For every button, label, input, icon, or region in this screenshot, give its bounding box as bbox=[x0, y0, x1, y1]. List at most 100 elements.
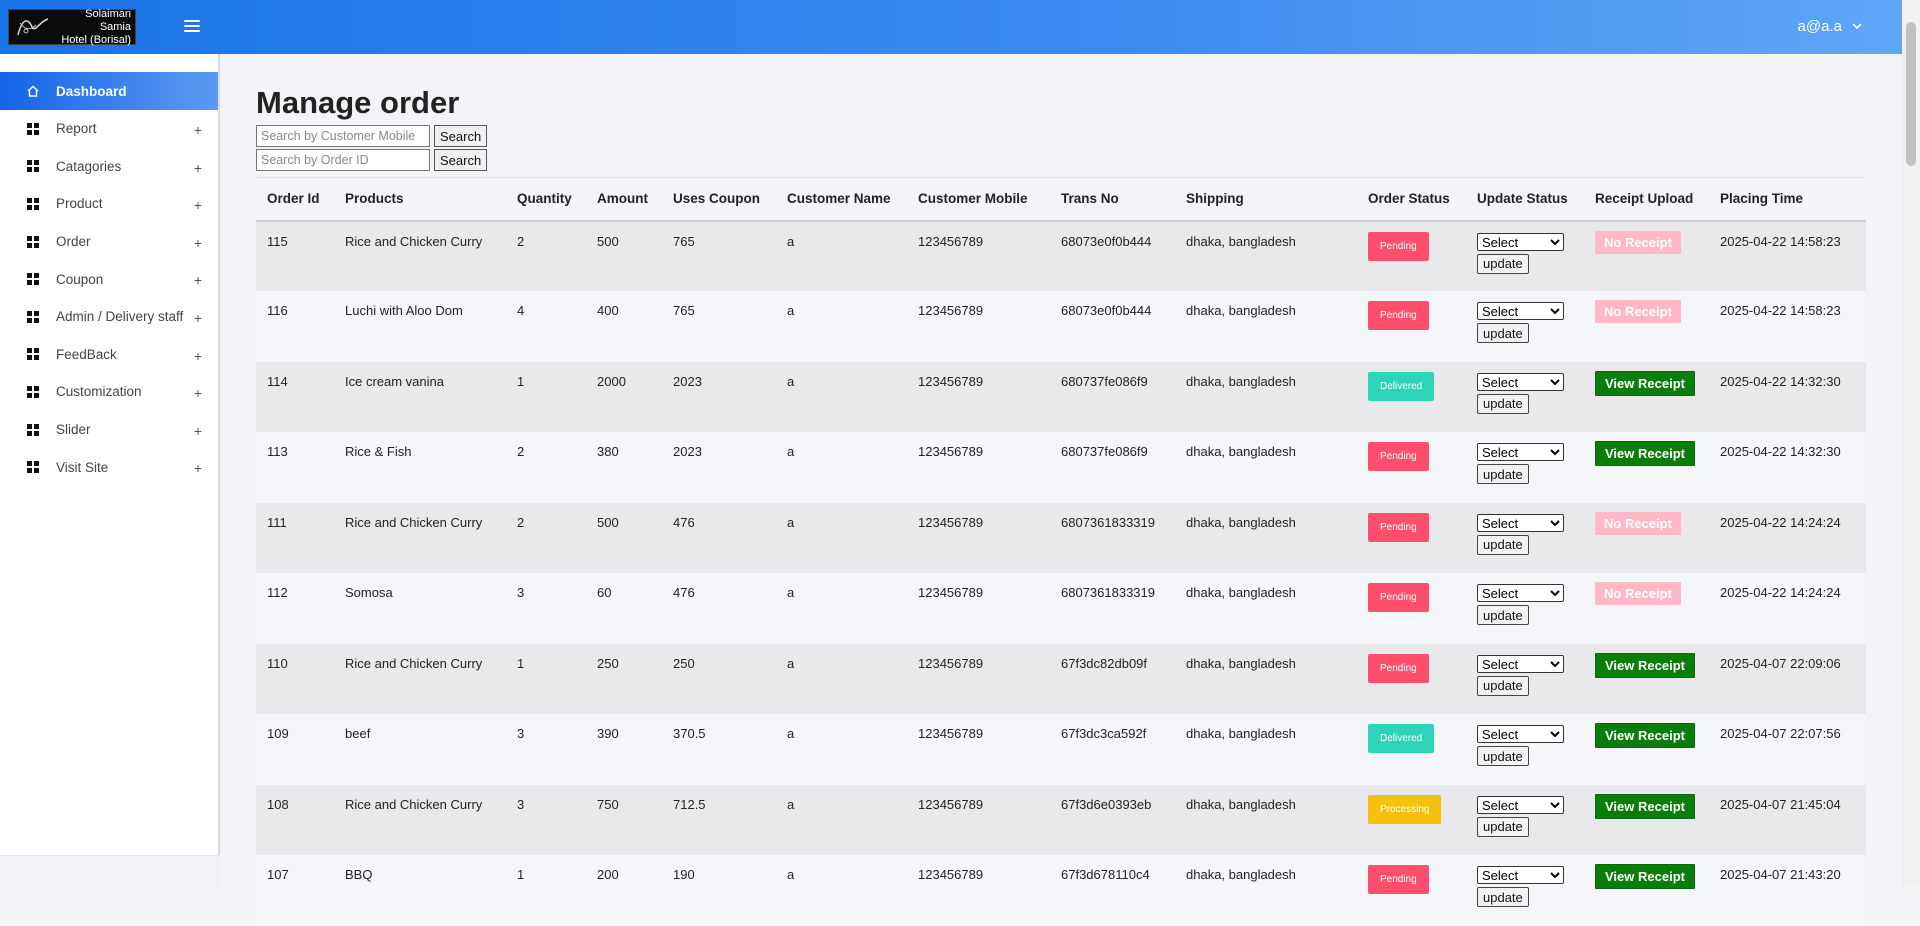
search-mobile-input[interactable] bbox=[256, 125, 430, 147]
cell-customer-name: a bbox=[787, 655, 795, 671]
column-header: Update Status bbox=[1466, 177, 1584, 222]
cell-amount: 380 bbox=[597, 444, 619, 459]
expand-plus-icon[interactable]: + bbox=[194, 310, 202, 326]
table-header-row: Order Id Products Quantity Amount Uses Coupo… bbox=[256, 177, 1866, 222]
expand-plus-icon[interactable]: + bbox=[194, 460, 202, 476]
status-select[interactable]: Select bbox=[1477, 584, 1564, 602]
cell-amount: 200 bbox=[597, 867, 619, 882]
cell-placing-time: 2025-04-07 21:45:04 bbox=[1720, 796, 1841, 812]
expand-plus-icon[interactable]: + bbox=[194, 160, 202, 176]
search-mobile-button[interactable]: Search bbox=[434, 125, 488, 147]
main-content: Manage order Search Search Order IdProdu… bbox=[256, 85, 1866, 926]
sidebar-item-label: Slider bbox=[56, 422, 91, 438]
sidebar-item-order[interactable]: Order + bbox=[0, 223, 218, 261]
update-button[interactable]: update bbox=[1477, 816, 1529, 837]
expand-plus-icon[interactable]: + bbox=[194, 272, 202, 288]
view-receipt-button[interactable]: View Receipt bbox=[1595, 370, 1695, 396]
update-button[interactable]: update bbox=[1477, 534, 1529, 555]
sidebar-item-label: Coupon bbox=[56, 271, 104, 287]
cell-amount: 750 bbox=[597, 796, 619, 812]
search-order-button[interactable]: Search bbox=[434, 149, 488, 171]
status-select[interactable]: Select bbox=[1477, 725, 1564, 743]
sidebar-item-product[interactable]: Product + bbox=[0, 185, 218, 223]
sidebar-footer bbox=[0, 855, 220, 887]
update-button[interactable]: update bbox=[1477, 746, 1529, 766]
sidebar-item-label: FeedBack bbox=[56, 346, 117, 362]
sidebar-item-admin-delivery-staff[interactable]: Admin / Delivery staff + bbox=[0, 298, 218, 336]
table-row: 112 Somosa 3 60 476 a 123456789 6807361833319 dh… bbox=[256, 573, 1866, 644]
status-select[interactable]: Select bbox=[1477, 866, 1564, 884]
expand-plus-icon[interactable]: + bbox=[194, 122, 202, 138]
cell-receipt: No Receipt bbox=[1584, 291, 1709, 362]
sidebar-item-dashboard[interactable]: Dashboard bbox=[0, 72, 218, 110]
update-button[interactable]: update bbox=[1477, 675, 1529, 696]
status-badge: Pending bbox=[1368, 512, 1429, 542]
search-order-id-input[interactable] bbox=[256, 149, 430, 171]
view-receipt-button[interactable]: View Receipt bbox=[1595, 793, 1695, 819]
cell-product: BBQ bbox=[345, 867, 373, 882]
cell-trans-no: 68073e0f0b444 bbox=[1061, 303, 1152, 318]
sidebar-item-slider[interactable]: Slider + bbox=[0, 411, 218, 449]
cell-coupon: 476 bbox=[673, 514, 695, 530]
status-select[interactable]: Select bbox=[1477, 372, 1564, 391]
update-button[interactable]: update bbox=[1477, 605, 1529, 625]
column-header: Placing Time bbox=[1709, 177, 1866, 222]
cell-order-id: 114 bbox=[267, 373, 288, 389]
cell-placing-time: 2025-04-07 22:07:56 bbox=[1720, 726, 1841, 741]
sidebar-item-visit-site[interactable]: Visit Site + bbox=[0, 448, 218, 486]
no-receipt-badge: No Receipt bbox=[1595, 582, 1681, 605]
grid-icon bbox=[27, 461, 39, 474]
logo-title: Solaiman Samia bbox=[85, 7, 131, 33]
orders-table: Order Id Products Quantity Amount Uses Coupo… bbox=[256, 177, 1866, 926]
sidebar-item-catagories[interactable]: Catagories + bbox=[0, 148, 218, 186]
status-select[interactable]: Select bbox=[1477, 654, 1564, 673]
column-header: Trans No bbox=[1050, 177, 1175, 222]
status-select[interactable]: Select bbox=[1477, 443, 1564, 461]
view-receipt-button[interactable]: View Receipt bbox=[1595, 652, 1695, 678]
cell-placing-time: 2025-04-22 14:24:24 bbox=[1720, 514, 1841, 530]
cell-coupon: 476 bbox=[673, 585, 695, 600]
menu-toggle-icon[interactable] bbox=[184, 20, 200, 34]
cell-quantity: 1 bbox=[517, 867, 525, 882]
sidebar-item-coupon[interactable]: Coupon + bbox=[0, 260, 218, 298]
scrollbar-thumb[interactable] bbox=[1906, 22, 1916, 166]
grid-icon bbox=[27, 310, 39, 323]
page-scrollbar[interactable] bbox=[1902, 0, 1920, 887]
cell-shipping: dhaka, bangladesh bbox=[1186, 867, 1296, 882]
sidebar-item-feedback[interactable]: FeedBack + bbox=[0, 336, 218, 374]
logo-emblem-icon bbox=[12, 12, 54, 42]
cell-quantity: 2 bbox=[517, 514, 525, 530]
user-menu[interactable]: a@a.a bbox=[1798, 18, 1862, 35]
cell-receipt: View Receipt bbox=[1584, 714, 1709, 785]
expand-plus-icon[interactable]: + bbox=[194, 423, 202, 439]
view-receipt-button[interactable]: View Receipt bbox=[1595, 441, 1695, 466]
status-select[interactable]: Select bbox=[1477, 513, 1564, 532]
status-select[interactable]: Select bbox=[1477, 302, 1564, 320]
status-badge: Pending bbox=[1368, 301, 1429, 330]
grid-icon bbox=[27, 197, 39, 210]
hotel-logo[interactable]: Solaiman Samia Hotel (Borisal) bbox=[8, 7, 136, 46]
update-button[interactable]: update bbox=[1477, 393, 1529, 414]
update-button[interactable]: update bbox=[1477, 323, 1529, 343]
update-button[interactable]: update bbox=[1477, 464, 1529, 484]
sidebar-item-label: Catagories bbox=[56, 158, 122, 174]
status-select[interactable]: Select bbox=[1477, 795, 1564, 814]
view-receipt-button[interactable]: View Receipt bbox=[1595, 864, 1695, 889]
expand-plus-icon[interactable]: + bbox=[194, 235, 202, 251]
status-badge: Pending bbox=[1368, 231, 1429, 261]
status-select[interactable]: Select bbox=[1477, 232, 1564, 251]
expand-plus-icon[interactable]: + bbox=[194, 197, 202, 213]
expand-plus-icon[interactable]: + bbox=[194, 385, 202, 401]
expand-plus-icon[interactable]: + bbox=[194, 348, 202, 364]
cell-customer-mobile: 123456789 bbox=[918, 655, 984, 671]
sidebar-item-customization[interactable]: Customization + bbox=[0, 373, 218, 411]
update-button[interactable]: update bbox=[1477, 253, 1529, 274]
cell-update-status: Select update bbox=[1466, 644, 1584, 715]
view-receipt-button[interactable]: View Receipt bbox=[1595, 723, 1695, 748]
sidebar-item-report[interactable]: Report + bbox=[0, 110, 218, 148]
cell-trans-no: 6807361833319 bbox=[1061, 585, 1155, 600]
cell-quantity: 1 bbox=[517, 655, 525, 671]
update-button[interactable]: update bbox=[1477, 887, 1529, 907]
cell-customer-name: a bbox=[787, 514, 795, 530]
cell-placing-time: 2025-04-22 14:24:24 bbox=[1720, 585, 1841, 600]
